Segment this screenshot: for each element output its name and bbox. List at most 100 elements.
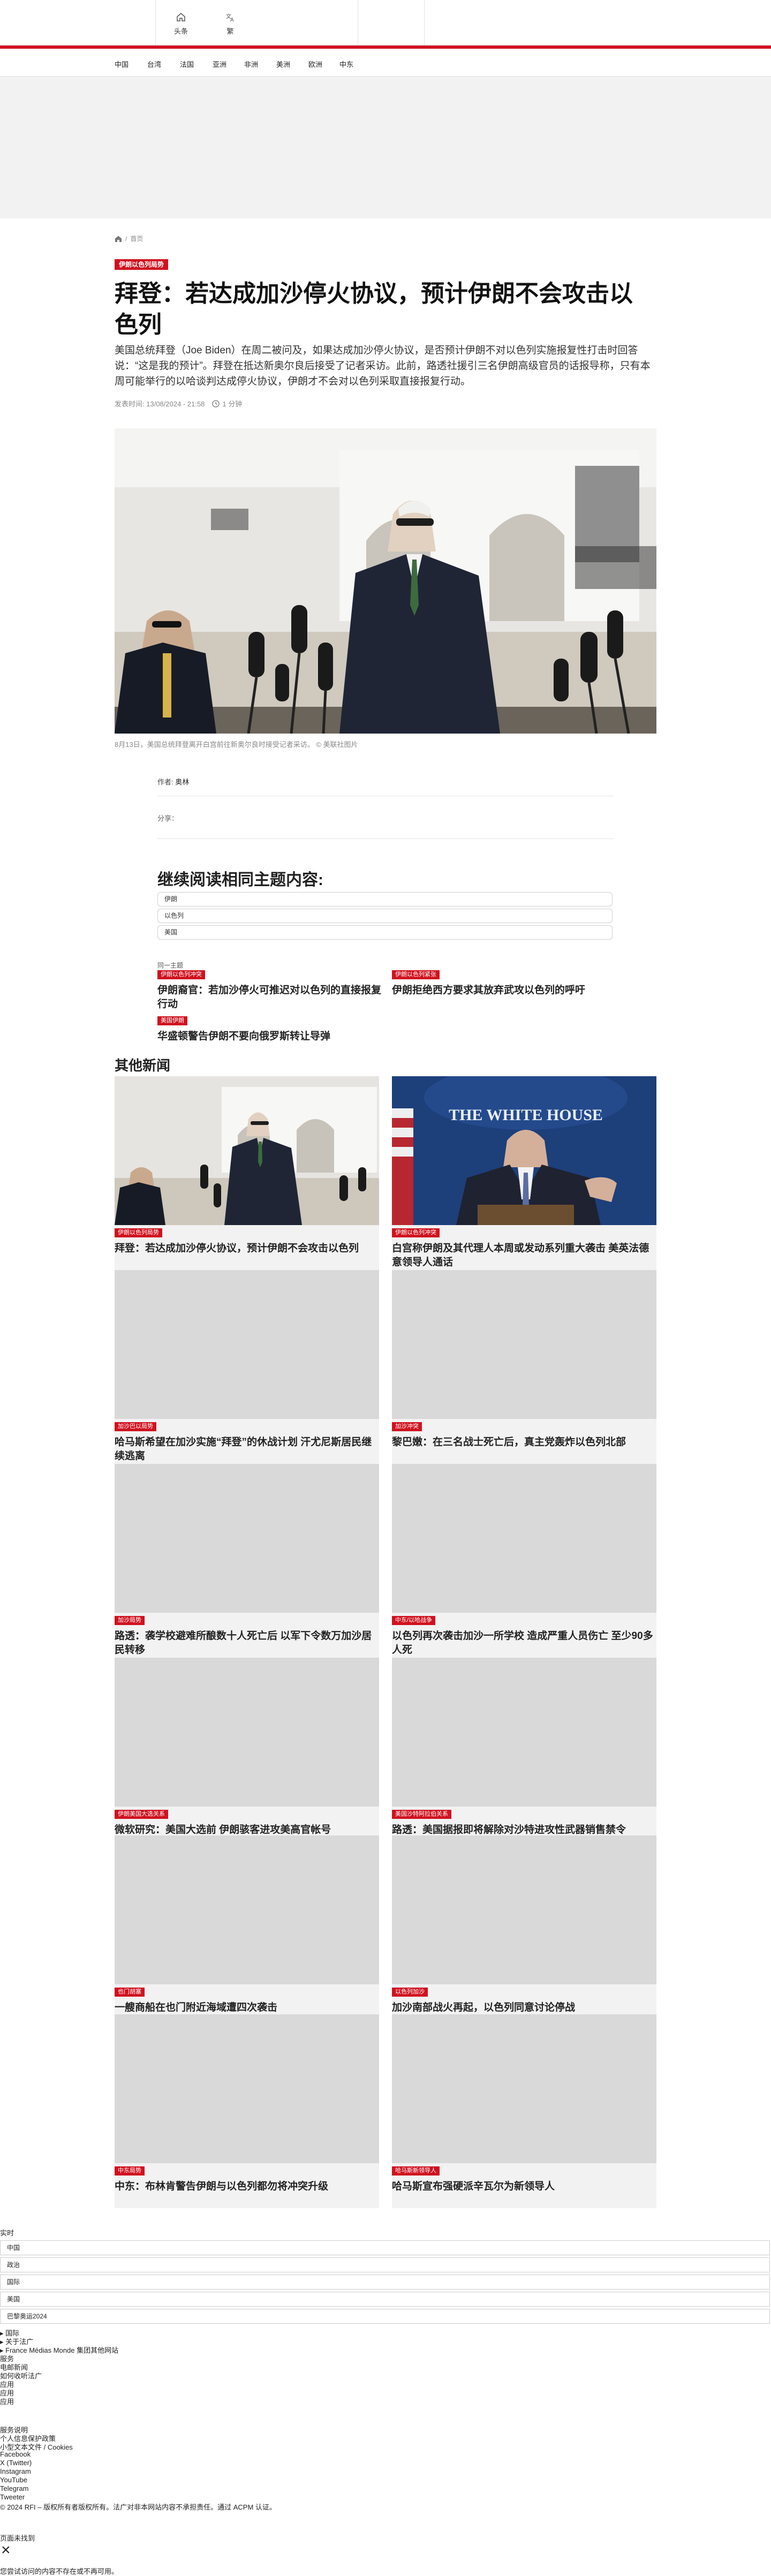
news-card-body: 加沙巴以局势 哈马斯希望在加沙实施“拜登”的休战计划 汗尤尼斯居民继续逃离 <box>115 1419 379 1464</box>
ad-banner <box>0 77 771 218</box>
article-title: 拜登：若达成加沙停火协议，预计伊朗不会攻击以色列 <box>115 281 633 338</box>
news-card-tag[interactable]: 中东/以哈战争 <box>392 1616 436 1625</box>
other-news-heading: 其他新闻 <box>115 1057 171 1074</box>
social-telegram[interactable]: Telegram <box>0 2484 28 2492</box>
news-card-tag[interactable]: 伊朗以色列冲突 <box>392 1228 440 1237</box>
related-tag[interactable]: 美国伊朗 <box>157 1016 187 1025</box>
news-card-image[interactable]: THE WHITE HOUSE <box>392 1076 656 1225</box>
related-tag[interactable]: 伊朗以色列紧张 <box>392 970 440 979</box>
footer-group[interactable]: ▸ France Médias Monde 集团其他网站 <box>0 2345 118 2355</box>
header-divider <box>424 0 425 45</box>
nav-item-europe[interactable]: 欧洲 <box>308 59 322 69</box>
news-card[interactable]: 伊朗以色列局势 拜登：若达成加沙停火协议，预计伊朗不会攻击以色列 <box>115 1076 379 1270</box>
svg-text:A: A <box>230 17 234 22</box>
article-lead: 美国总统拜登（Joe Biden）在周二被问及，如果达成加沙停火协议，是否预计伊… <box>115 345 651 387</box>
article-tag[interactable]: 伊朗以色列局势 <box>115 259 169 270</box>
news-card[interactable]: 中东局势 中东：布林肯警告伊朗与以色列都勿将冲突升级 <box>115 2014 379 2208</box>
breadcrumb-current[interactable]: 首页 <box>130 234 143 243</box>
news-card-image[interactable] <box>115 1270 379 1419</box>
news-card-title[interactable]: 拜登：若达成加沙停火协议，预计伊朗不会攻击以色列 <box>115 1242 379 1256</box>
topic-link-israel[interactable]: 以色列 <box>157 909 613 923</box>
news-card-title[interactable]: 哈马斯希望在加沙实施“拜登”的休战计划 汗尤尼斯居民继续逃离 <box>115 1436 379 1463</box>
news-card-tag[interactable]: 也门胡塞 <box>115 1988 145 1997</box>
nav-item-asia[interactable]: 亚洲 <box>213 59 226 69</box>
news-card[interactable]: 加沙局势 路透：袭学校避难所酿数十人死亡后 以军下令数万加沙居民转移 <box>115 1464 379 1658</box>
news-card[interactable]: THE WHITE HOUSE 伊朗以色列冲突 白宫称伊朗及其代理人本周或发动系… <box>392 1076 656 1270</box>
news-card-title[interactable]: 加沙南部战火再起，以色列同意讨论停战 <box>392 2001 656 2015</box>
related-title[interactable]: 伊朗裔官：若加沙停火可推迟对以色列的直接报复行动 <box>157 984 382 1011</box>
news-card-tag[interactable]: 伊朗以色列局势 <box>115 1228 162 1237</box>
news-card-title[interactable]: 白宫称伊朗及其代理人本周或发动系列重大袭击 美英法德意领导人通话 <box>392 1242 656 1270</box>
traditional-chinese-button[interactable]: 文A 繁 <box>214 12 246 36</box>
news-card-tag[interactable]: 加沙巴以局势 <box>115 1422 156 1431</box>
live-label[interactable]: 实时 <box>0 2227 14 2238</box>
news-card[interactable]: 以色列加沙 加沙南部战火再起，以色列同意讨论停战 <box>392 1835 656 2029</box>
news-card-image[interactable] <box>392 1270 656 1419</box>
topic-link-usa[interactable]: 美国 <box>157 925 613 940</box>
home-button[interactable]: 头条 <box>165 12 197 36</box>
backdrop-text: THE WHITE HOUSE <box>449 1106 603 1124</box>
related-title[interactable]: 华盛顿警告伊朗不要向俄罗斯转让导弹 <box>157 1030 382 1044</box>
news-card-body: 加沙局势 路透：袭学校避难所酿数十人死亡后 以军下令数万加沙居民转移 <box>115 1613 379 1658</box>
social-tweeter[interactable]: Tweeter <box>0 2493 25 2501</box>
site-header: 头条 文A 繁 <box>0 0 771 46</box>
footer-link[interactable]: 应用 <box>0 2396 14 2406</box>
news-card-title[interactable]: 以色列再次袭击加沙一所学校 造成严重人员伤亡 至少90多人死 <box>392 1629 656 1657</box>
news-card-title[interactable]: 中东：布林肯警告伊朗与以色列都勿将冲突升级 <box>115 2180 379 2194</box>
news-card[interactable]: 伊朗美国大选关系 微软研究：美国大选前 伊朗骇客进攻美高官帐号 <box>115 1658 379 1852</box>
share-label: 分享： <box>157 814 179 822</box>
biden-photo <box>115 1076 379 1225</box>
news-card[interactable]: 美国沙特阿拉伯关系 路透：美国据报即将解除对沙特进攻性武器销售禁令 <box>392 1658 656 1852</box>
news-card-image[interactable] <box>392 2014 656 2163</box>
topic-link-iran[interactable]: 伊朗 <box>157 892 613 906</box>
author-name[interactable]: 奥林 <box>175 778 189 786</box>
nav-item-americas[interactable]: 美洲 <box>276 59 290 69</box>
nav-item-middle-east[interactable]: 中东 <box>339 59 353 69</box>
footer-select[interactable]: 巴黎奥运2024 <box>0 2309 770 2324</box>
news-card[interactable]: 哈马斯新领导人 哈马斯宣布强硬派辛瓦尔为新领导人 <box>392 2014 656 2208</box>
footer-select[interactable]: 政治 <box>0 2257 770 2272</box>
nav-item-china[interactable]: 中国 <box>115 59 128 69</box>
footer-select[interactable]: 国际 <box>0 2275 770 2290</box>
news-card-tag[interactable]: 哈马斯新领导人 <box>392 2166 440 2175</box>
news-card-title[interactable]: 黎巴嫩：在三名战士死亡后，真主党轰炸以色列北部 <box>392 1436 656 1449</box>
news-card-tag[interactable]: 加沙局势 <box>115 1616 145 1625</box>
news-card-image[interactable] <box>392 1464 656 1613</box>
news-card-image[interactable] <box>115 1076 379 1225</box>
news-card-tag[interactable]: 美国沙特阿拉伯关系 <box>392 1810 451 1819</box>
nav-item-taiwan[interactable]: 台湾 <box>147 59 161 69</box>
news-card[interactable]: 中东/以哈战争 以色列再次袭击加沙一所学校 造成严重人员伤亡 至少90多人死 <box>392 1464 656 1658</box>
news-card-image[interactable] <box>115 1835 379 1984</box>
social-facebook[interactable]: Facebook <box>0 2450 31 2458</box>
related-tag[interactable]: 伊朗以色列冲突 <box>157 970 205 979</box>
news-card-image[interactable] <box>392 1835 656 1984</box>
news-card-image[interactable] <box>115 1658 379 1807</box>
related-article[interactable]: 美国伊朗 华盛顿警告伊朗不要向俄罗斯转让导弹 <box>157 1015 382 1044</box>
home-icon[interactable] <box>115 235 122 243</box>
news-card[interactable]: 也门胡塞 一艘商船在也门附近海域遭四次袭击 <box>115 1835 379 2029</box>
news-card-tag[interactable]: 中东局势 <box>115 2166 145 2175</box>
news-card-title[interactable]: 路透：袭学校避难所酿数十人死亡后 以军下令数万加沙居民转移 <box>115 1629 379 1657</box>
footer-select[interactable]: 美国 <box>0 2292 770 2307</box>
social-x[interactable]: X (Twitter) <box>0 2459 32 2467</box>
news-card-image[interactable] <box>115 2014 379 2163</box>
news-card-tag[interactable]: 以色列加沙 <box>392 1988 428 1997</box>
news-card-tag[interactable]: 加沙冲突 <box>392 1422 422 1431</box>
news-card-title[interactable]: 一艘商船在也门附近海域遭四次袭击 <box>115 2001 379 2015</box>
news-card-title[interactable]: 哈马斯宣布强硬派辛瓦尔为新领导人 <box>392 2180 656 2194</box>
news-card-tag[interactable]: 伊朗美国大选关系 <box>115 1810 168 1819</box>
news-card-image[interactable] <box>392 1658 656 1807</box>
related-title[interactable]: 伊朗拒绝西方要求其放弃武攻以色列的呼吁 <box>392 984 617 998</box>
related-article[interactable]: 伊朗以色列冲突 伊朗裔官：若加沙停火可推迟对以色列的直接报复行动 <box>157 969 382 1011</box>
social-youtube[interactable]: YouTube <box>0 2476 27 2484</box>
nav-item-france[interactable]: 法国 <box>180 59 194 69</box>
news-card[interactable]: 加沙冲突 黎巴嫩：在三名战士死亡后，真主党轰炸以色列北部 <box>392 1270 656 1464</box>
footer-select[interactable]: 中国 <box>0 2240 770 2255</box>
social-instagram[interactable]: Instagram <box>0 2467 31 2475</box>
close-icon[interactable]: × <box>1 2542 11 2558</box>
clock-icon <box>212 399 220 407</box>
news-card[interactable]: 加沙巴以局势 哈马斯希望在加沙实施“拜登”的休战计划 汗尤尼斯居民继续逃离 <box>115 1270 379 1464</box>
news-card-image[interactable] <box>115 1464 379 1613</box>
nav-item-africa[interactable]: 非洲 <box>244 59 258 69</box>
related-article[interactable]: 伊朗以色列紧张 伊朗拒绝西方要求其放弃武攻以色列的呼吁 <box>392 969 617 998</box>
